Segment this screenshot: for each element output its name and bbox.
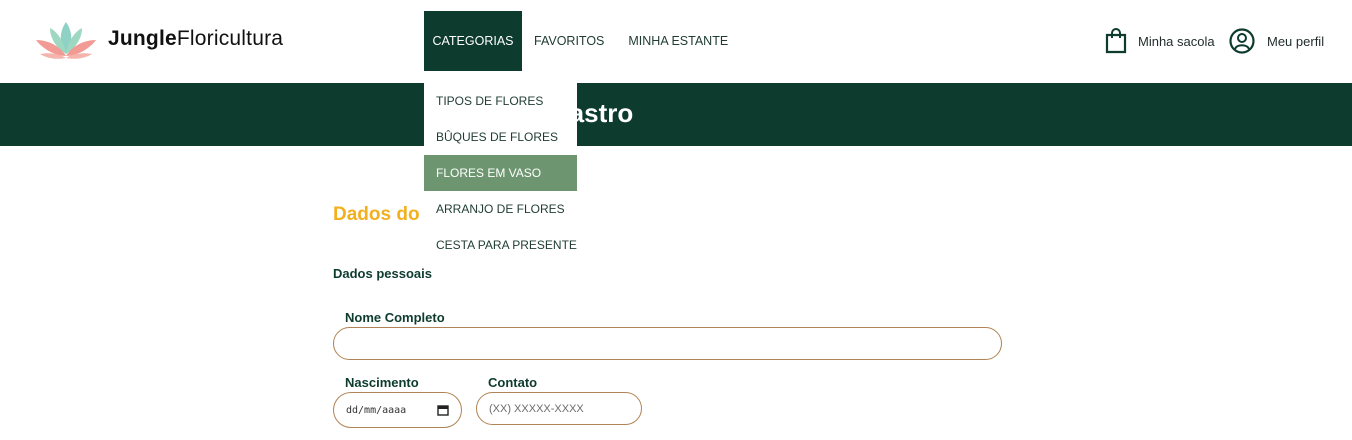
nav-categorias[interactable]: CATEGORIAS bbox=[424, 11, 522, 71]
nav-minha-estante[interactable]: MINHA ESTANTE bbox=[616, 11, 740, 71]
subsection-title: Dados pessoais bbox=[333, 266, 432, 281]
main-nav: CATEGORIAS FAVORITOS MINHA ESTANTE bbox=[424, 11, 740, 71]
dropdown-item-flores-em-vaso[interactable]: FLORES EM VASO bbox=[424, 155, 577, 191]
top-navbar: JungleFloricultura CATEGORIAS FAVORITOS … bbox=[0, 0, 1352, 83]
bag-link[interactable]: Minha sacola bbox=[1138, 34, 1215, 49]
section-title: Dados do bbox=[333, 204, 420, 225]
categories-dropdown: TIPOS DE FLORES BÛQUES DE FLORES FLORES … bbox=[424, 83, 577, 263]
dropdown-item-cesta-para-presente[interactable]: CESTA PARA PRESENTE bbox=[424, 227, 577, 263]
full-name-input[interactable] bbox=[333, 327, 1002, 360]
lotus-icon[interactable] bbox=[34, 18, 98, 64]
brand-bold: Jungle bbox=[108, 27, 177, 50]
birth-date-placeholder: dd/mm/aaaa bbox=[346, 404, 407, 416]
dropdown-item-arranjo-de-flores[interactable]: ARRANJO DE FLORES bbox=[424, 191, 577, 227]
page-banner bbox=[0, 83, 1352, 146]
dropdown-item-tipos-de-flores[interactable]: TIPOS DE FLORES bbox=[424, 83, 577, 119]
birth-date-input[interactable]: dd/mm/aaaa bbox=[333, 392, 462, 428]
brand-light: Floricultura bbox=[176, 27, 284, 50]
dropdown-item-buques-de-flores[interactable]: BÛQUES DE FLORES bbox=[424, 119, 577, 155]
contact-input[interactable] bbox=[476, 392, 642, 425]
shopping-bag-icon[interactable] bbox=[1104, 28, 1128, 54]
profile-link[interactable]: Meu perfil bbox=[1267, 34, 1324, 49]
calendar-icon[interactable] bbox=[437, 404, 449, 416]
contact-label: Contato bbox=[488, 375, 538, 390]
nav-favoritos[interactable]: FAVORITOS bbox=[522, 11, 616, 71]
name-label: Nome Completo bbox=[345, 310, 445, 325]
user-circle-icon[interactable] bbox=[1229, 28, 1255, 54]
brand-name[interactable]: JungleFloricultura bbox=[108, 27, 283, 51]
birth-label: Nascimento bbox=[345, 375, 419, 390]
